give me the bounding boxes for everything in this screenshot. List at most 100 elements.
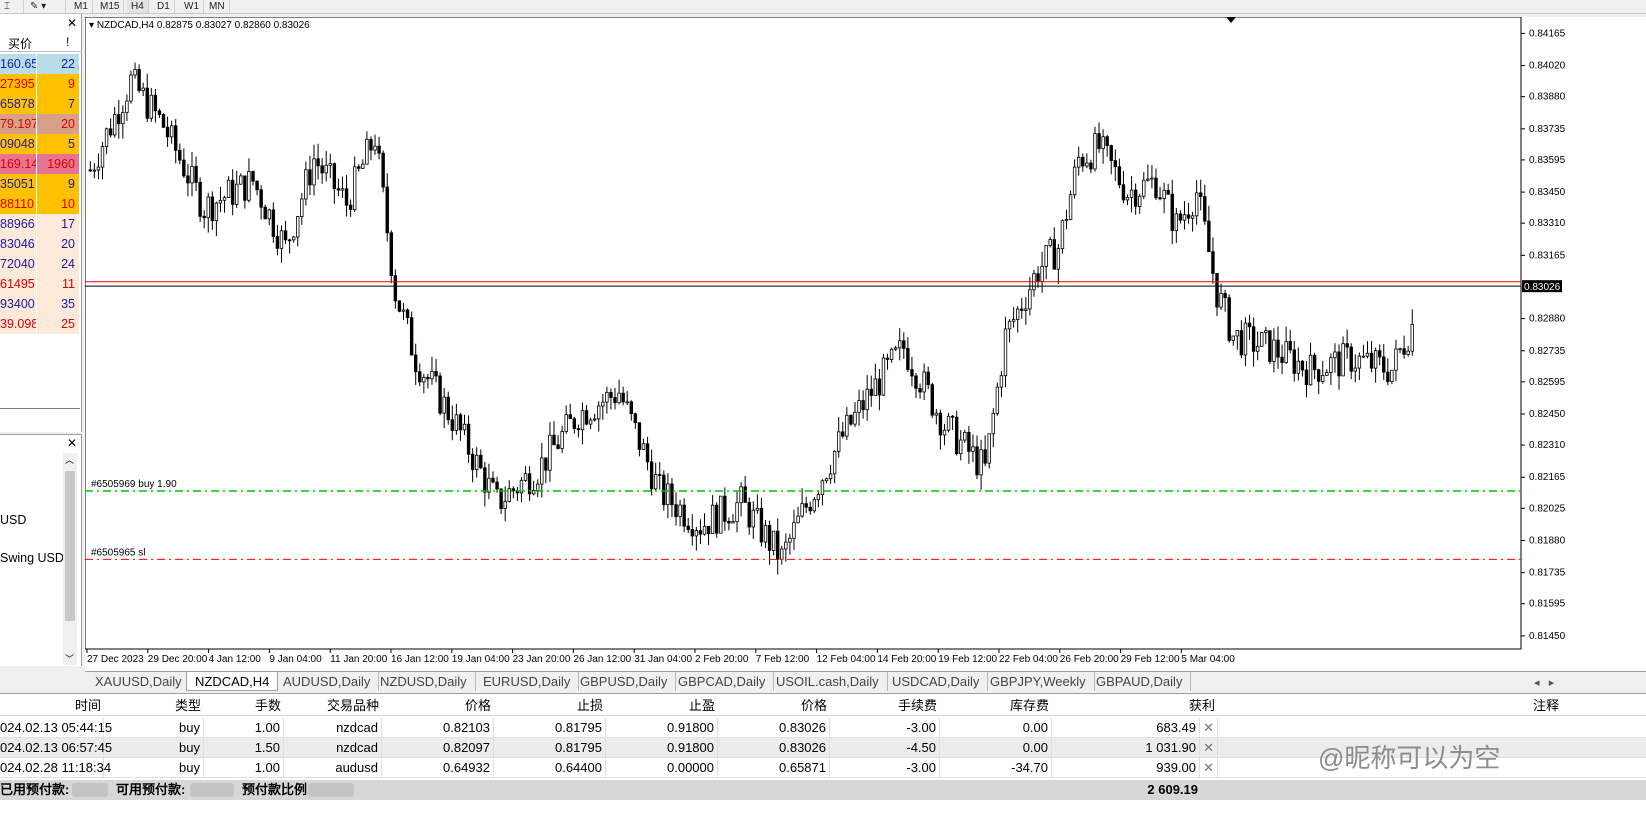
col-tp[interactable]: 止盈 xyxy=(606,696,718,716)
market-watch-row[interactable]: 88110 10 xyxy=(0,194,80,214)
bid-column-header[interactable]: 买价 xyxy=(8,35,32,52)
candle-body xyxy=(723,495,727,522)
market-watch-row[interactable]: 88966 17 xyxy=(0,214,80,234)
cell-price: 0.82097 xyxy=(382,738,494,758)
candle-body xyxy=(796,515,800,524)
cursor-tool-icon[interactable]: ⌶ xyxy=(0,0,24,13)
tab-gbpusd-daily[interactable]: GBPUSD,Daily xyxy=(572,672,677,691)
col-symbol[interactable]: 交易品种 xyxy=(284,696,382,716)
candle-body xyxy=(499,488,503,509)
scroll-down-icon[interactable]: ﹀ xyxy=(65,652,74,665)
timeframe-w1[interactable]: W1 xyxy=(180,0,204,13)
close-icon[interactable]: ✕ xyxy=(67,436,77,450)
scroll-up-icon[interactable]: ︿ xyxy=(65,453,74,466)
x-tick-label: 19 Feb 12:00 xyxy=(938,654,997,665)
candle-body xyxy=(1227,297,1231,341)
candle-body xyxy=(458,414,463,431)
candle-body xyxy=(808,506,812,512)
tab-eurusd-daily[interactable]: EURUSD,Daily xyxy=(475,672,580,691)
candle-body xyxy=(576,428,581,431)
chart-canvas[interactable]: 0.84165 0.84020 0.83880 0.83735 0.83595 0.834… xyxy=(85,17,1646,671)
bid-price: 88966 xyxy=(0,214,36,234)
market-watch-row[interactable]: 09048 5 xyxy=(0,134,80,154)
candle-body xyxy=(1251,326,1256,352)
tab-usdcad-daily[interactable]: USDCAD,Daily xyxy=(884,672,989,691)
line-tools-icon[interactable]: ✎ ▾ xyxy=(26,0,66,13)
market-watch-row[interactable]: 72040 24 xyxy=(0,254,80,274)
timeframe-h4[interactable]: H4 xyxy=(127,0,149,13)
market-watch-row[interactable]: 35051 9 xyxy=(0,174,80,194)
candle-body xyxy=(100,146,105,168)
col-type[interactable]: 类型 xyxy=(104,696,204,716)
scrollbar-thumb[interactable] xyxy=(65,471,75,621)
timeframe-mn[interactable]: MN xyxy=(205,0,230,13)
x-tick-label: 27 Dec 2023 xyxy=(87,654,144,665)
candle-body xyxy=(674,504,678,518)
market-watch-row[interactable]: 83046 20 xyxy=(0,234,80,254)
close-icon[interactable]: ✕ xyxy=(67,16,77,30)
col-lots[interactable]: 手数 xyxy=(204,696,284,716)
col-sl[interactable]: 止损 xyxy=(494,696,606,716)
chart-menu-icon[interactable]: ▾ xyxy=(89,20,94,31)
market-watch-row[interactable]: 39.098 25 xyxy=(0,314,80,334)
spread-column-header[interactable]: ! xyxy=(66,35,69,49)
market-watch-row[interactable]: 93400 35 xyxy=(0,294,80,314)
tab-gbpaud-daily[interactable]: GBPAUD,Daily xyxy=(1088,672,1192,691)
col-cur-price[interactable]: 价格 xyxy=(718,696,830,716)
col-swap[interactable]: 库存费 xyxy=(940,696,1052,716)
col-commission[interactable]: 手续费 xyxy=(830,696,940,716)
col-price[interactable]: 价格 xyxy=(382,696,494,716)
scrollbar[interactable]: ︿ ﹀ xyxy=(63,453,77,665)
tab-nzdcad-h4[interactable]: NZDCAD,H4 xyxy=(186,672,279,691)
market-watch-row[interactable]: 65878 7 xyxy=(0,94,80,114)
close-position-icon[interactable]: ✕ xyxy=(1200,718,1218,738)
close-position-icon[interactable]: ✕ xyxy=(1200,758,1218,778)
tab-nzdusd-daily[interactable]: NZDUSD,Daily xyxy=(372,672,476,691)
candle-body xyxy=(1194,192,1199,217)
tab-scroll-icons[interactable]: ◂ ▸ xyxy=(1534,676,1554,689)
col-profit[interactable]: 获利 xyxy=(1052,696,1218,716)
market-watch-row[interactable]: 79.197 20 xyxy=(0,114,80,134)
candle-body xyxy=(1373,350,1378,369)
candle-body xyxy=(629,401,633,415)
tab-xauusd-daily[interactable]: XAUUSD,Daily xyxy=(87,672,191,691)
candle-body xyxy=(422,376,426,383)
candle-body xyxy=(454,414,459,431)
tab-audusd-daily[interactable]: AUDUSD,Daily xyxy=(275,672,380,691)
tab-gbpjpy-weekly[interactable]: GBPJPY,Weekly xyxy=(982,672,1095,691)
navigator-item-swing-usd[interactable]: Swing USD xyxy=(0,551,64,565)
close-position-icon[interactable]: ✕ xyxy=(1200,738,1218,758)
timeframe-m1[interactable]: M1 xyxy=(70,0,93,13)
candle-body xyxy=(1329,357,1333,373)
candle-body xyxy=(308,169,312,186)
col-comment[interactable]: 注释 xyxy=(1218,696,1562,716)
candle-body xyxy=(1133,189,1138,207)
candle-body xyxy=(161,114,166,128)
x-tick-label: 29 Dec 20:00 xyxy=(148,654,208,665)
candle-body xyxy=(1357,355,1362,369)
candle-body xyxy=(1247,322,1252,328)
candle-body xyxy=(999,375,1004,388)
market-watch-row[interactable]: 61495 11 xyxy=(0,274,80,294)
candle-body xyxy=(914,375,918,389)
timeframe-m15[interactable]: M15 xyxy=(96,0,125,13)
cell-cur-price: 0.65871 xyxy=(718,758,830,778)
timeframe-d1[interactable]: D1 xyxy=(153,0,175,13)
candle-body xyxy=(735,502,739,523)
navigator-item-usd[interactable]: USD xyxy=(0,513,26,527)
candle-body xyxy=(1142,179,1146,197)
market-watch-row[interactable]: 169.14 1960 xyxy=(0,154,80,174)
price-chart[interactable]: 0.84165 0.84020 0.83880 0.83735 0.83595 0.834… xyxy=(85,17,1646,671)
candle-body xyxy=(971,446,975,452)
bid-price: 35051 xyxy=(0,174,36,194)
candle-body xyxy=(975,446,979,476)
tab-gbpcad-daily[interactable]: GBPCAD,Daily xyxy=(670,672,775,691)
col-time[interactable]: 时间 xyxy=(0,696,104,716)
candle-body xyxy=(922,371,926,393)
table-row[interactable]: 024.02.13 05:44:15 buy 1.00 nzdcad 0.82103 0.… xyxy=(0,718,1646,738)
total-profit: 2 609.19 xyxy=(1147,782,1198,797)
market-watch-row[interactable]: 27395 9 xyxy=(0,74,80,94)
market-watch-row[interactable]: 160.65 22 xyxy=(0,54,80,74)
tab-usoil-cash-daily[interactable]: USOIL.cash,Daily xyxy=(768,672,888,691)
candle-body xyxy=(1398,348,1402,351)
